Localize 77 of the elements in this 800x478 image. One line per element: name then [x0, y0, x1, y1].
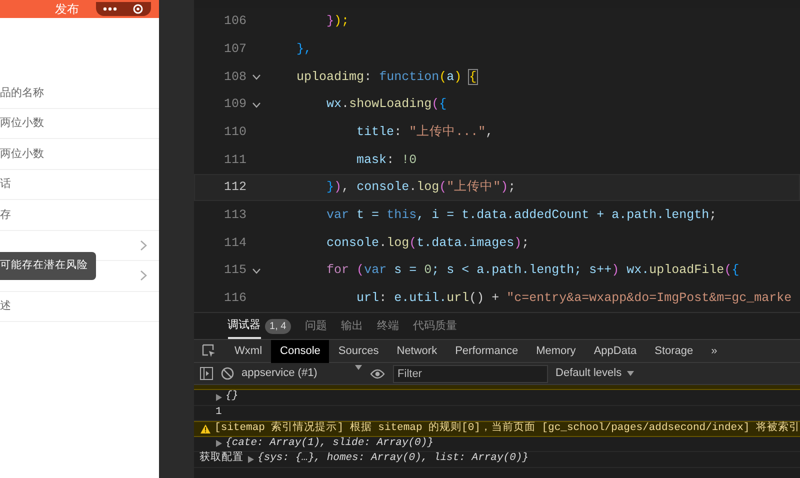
fold-chevron-icon[interactable]: [252, 102, 262, 108]
expand-triangle-icon[interactable]: [216, 440, 222, 448]
context-select[interactable]: appservice (#1): [242, 365, 362, 382]
log-value: 1: [216, 404, 222, 420]
panel-tab[interactable]: 终端: [377, 313, 400, 339]
inspect-icon[interactable]: [202, 344, 216, 358]
line-number: 113: [223, 206, 248, 224]
form-row[interactable]: 存: [0, 200, 159, 230]
field-label: 两位小数: [0, 146, 44, 162]
tool-tab[interactable]: AppData: [584, 340, 646, 362]
field-label: 两位小数: [0, 116, 44, 131]
log-message: 获取配置: [200, 451, 244, 466]
line-number: 108: [223, 68, 248, 86]
line-number: 110: [223, 124, 248, 141]
tool-tab[interactable]: Sources: [329, 340, 388, 362]
line-number: 111: [223, 152, 248, 169]
code-line: console.log(t.data.images);: [326, 234, 530, 252]
sidebar-toggle-icon[interactable]: [200, 367, 213, 380]
count-badge: 1, 4: [264, 318, 292, 334]
field-label: 品的名称: [0, 86, 44, 100]
object-preview: {sys: {…}, homes: Array(0), list: Array(0)}: [258, 451, 528, 466]
tool-tab[interactable]: Performance: [446, 340, 528, 362]
line-number: 115: [223, 262, 248, 280]
field-label: 述: [0, 299, 11, 314]
eye-icon[interactable]: [370, 368, 385, 378]
fold-chevron-icon[interactable]: [252, 74, 262, 80]
expand-triangle-icon[interactable]: [216, 394, 222, 401]
form-row[interactable]: 品的名称: [0, 78, 159, 108]
line-number: 116: [223, 290, 248, 307]
tool-tab[interactable]: Console: [271, 340, 330, 362]
form-row[interactable]: 话: [0, 170, 159, 200]
panel-tab[interactable]: 输出: [341, 313, 364, 339]
tool-tab[interactable]: Wxml: [226, 340, 272, 362]
code-line: mask: !0: [356, 152, 417, 169]
code-line: }), console.log("上传中");: [326, 178, 516, 196]
code-line: var t = this, i = t.data.addedCount + a.path.length;: [326, 206, 717, 224]
form-row[interactable]: 两位小数: [0, 108, 159, 139]
code-line: for (var s = 0; s < a.path.length; s++) wx.uploadFile({: [326, 262, 740, 280]
line-number: 114: [223, 234, 248, 252]
code-line: uploadimg: function(a) {: [296, 68, 477, 86]
fold-chevron-icon[interactable]: [252, 268, 262, 274]
expand-triangle-icon[interactable]: [248, 456, 254, 463]
chevron-icon: [140, 270, 147, 282]
field-label: 存: [0, 208, 11, 222]
filter-input[interactable]: Filter: [392, 364, 548, 382]
code-line: });: [326, 13, 350, 30]
code-line: wx.showLoading({: [326, 96, 447, 114]
line-number: 106: [223, 13, 248, 30]
tool-tab[interactable]: Storage: [646, 340, 702, 362]
more-icon: [103, 6, 118, 12]
levels-select[interactable]: Default levels: [556, 365, 634, 382]
dropdown-caret-icon: [354, 365, 362, 370]
capsule-button[interactable]: [96, 2, 151, 16]
tool-tab[interactable]: Memory: [527, 340, 585, 362]
chevron-icon: [140, 240, 147, 251]
line-number: 109: [223, 96, 248, 114]
warning-message: [sitemap 索引情况提示] 根据 sitemap 的规则[0]，当前页面 [gc_school/pages/addsecond/index] 将被索引: [214, 420, 800, 436]
more-tabs-button[interactable]: »: [702, 340, 726, 362]
object-preview: {cate: Array(1), slide: Array(0)}: [226, 436, 434, 451]
code-line: url: e.util.url() + "c=entry&a=wxapp&do=ImgPost&m=gc_marke: [356, 290, 792, 307]
panel-tab[interactable]: 代码质量: [413, 313, 458, 339]
warning-icon: [200, 424, 211, 434]
clear-console-icon[interactable]: [220, 367, 234, 380]
line-number: 112: [223, 179, 248, 196]
panel-tab[interactable]: 问题: [305, 313, 328, 339]
close-icon: [132, 4, 143, 14]
form-row[interactable]: 两位小数: [0, 139, 159, 170]
form-row[interactable]: 述: [0, 292, 159, 322]
line-number: 107: [223, 41, 248, 58]
code-line: title: "上传中...",: [356, 124, 494, 141]
dropdown-caret-icon: [626, 371, 634, 376]
field-label: 话: [0, 177, 11, 192]
object-preview: {}: [226, 389, 238, 404]
page-title: 发布: [55, 3, 79, 15]
tool-tab[interactable]: Network: [388, 340, 446, 362]
code-line: },: [296, 41, 312, 58]
tooltip: 可能存在潜在风险: [0, 252, 96, 280]
